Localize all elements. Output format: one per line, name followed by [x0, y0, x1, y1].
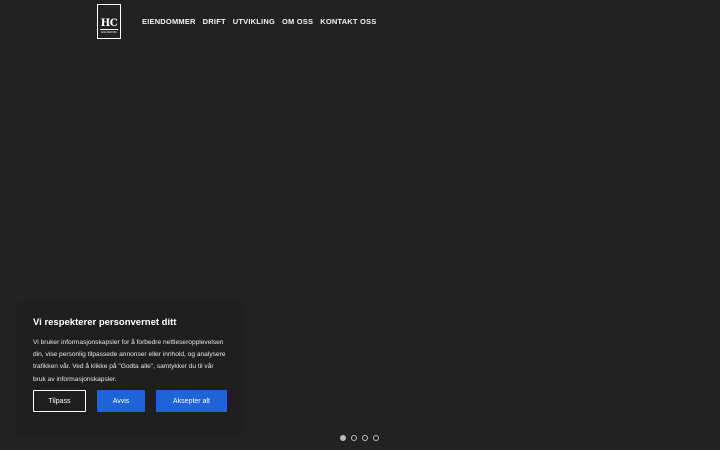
main-nav: EIENDOMMER DRIFT UTVIKLING OM OSS KONTAK…: [142, 17, 376, 26]
cookie-description: Vi bruker informasjonskapsler for å forb…: [33, 339, 226, 383]
slider-dot[interactable]: [362, 435, 368, 441]
reject-button[interactable]: Avvis: [97, 390, 145, 412]
page: HC EIENDOM EIENDOMMER DRIFT UTVIKLING OM…: [0, 0, 720, 450]
logo-subtitle: EIENDOM: [100, 29, 118, 34]
slider-dot[interactable]: [373, 435, 379, 441]
nav-item-utvikling[interactable]: UTVIKLING: [233, 17, 275, 26]
customize-button[interactable]: Tilpass: [33, 390, 86, 412]
logo[interactable]: HC EIENDOM: [97, 4, 121, 39]
slider-dot[interactable]: [351, 435, 357, 441]
slider-dot[interactable]: [340, 435, 346, 441]
slider-pagination: [340, 435, 379, 441]
nav-item-eiendommer[interactable]: EIENDOMMER: [142, 17, 196, 26]
cookie-consent-banner: Vi respekterer personvernet ditt Vi bruk…: [20, 306, 240, 430]
accept-all-button[interactable]: Aksepter alt: [156, 390, 227, 412]
nav-item-om-oss[interactable]: OM OSS: [282, 17, 313, 26]
cookie-actions: Tilpass Avvis Aksepter alt: [33, 390, 227, 412]
cookie-title: Vi respekterer personvernet ditt: [33, 317, 177, 328]
logo-mark: HC: [100, 18, 118, 29]
nav-item-drift[interactable]: DRIFT: [203, 17, 226, 26]
nav-item-kontakt-oss[interactable]: KONTAKT OSS: [320, 17, 376, 26]
